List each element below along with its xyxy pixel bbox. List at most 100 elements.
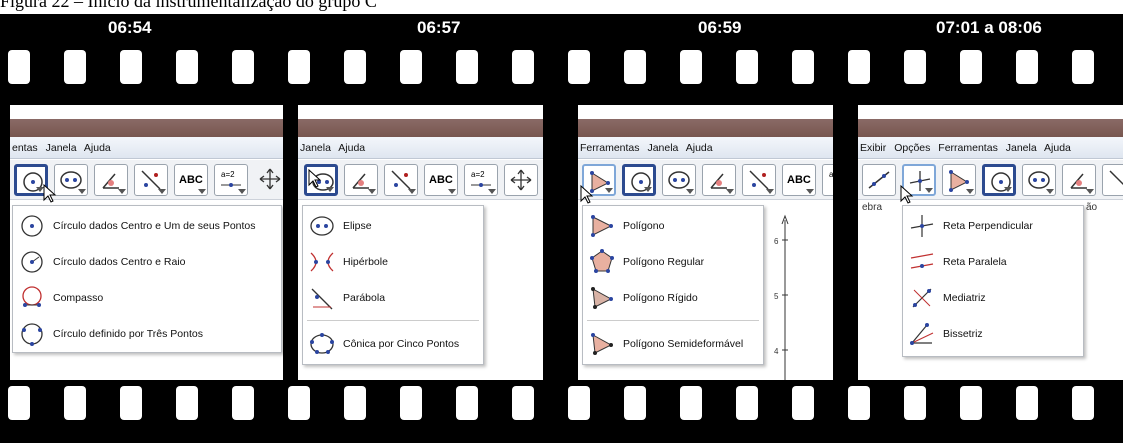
parallel-line-icon	[910, 253, 934, 269]
line-tool-button[interactable]	[862, 164, 896, 196]
circle-three-points-icon	[21, 323, 43, 346]
menu-item[interactable]: Cônica por Cinco Pontos	[303, 326, 483, 362]
menu-ajuda[interactable]: Ajuda	[1044, 142, 1071, 154]
menu-item[interactable]: Elipse	[303, 208, 483, 244]
slider-tool-button[interactable]: a=	[822, 164, 833, 196]
angle-tool-button[interactable]	[344, 164, 378, 196]
reflect-tool-button[interactable]	[134, 164, 168, 196]
frame-circles: entas Janela Ajuda ABC a=2 Círculo dados…	[10, 105, 283, 380]
menubar: Janela Ajuda	[298, 137, 543, 159]
menu-janela[interactable]: Janela	[1006, 142, 1037, 154]
parabola-icon	[311, 288, 333, 310]
menubar: Exibir Opções Ferramentas Janela Ajuda	[858, 137, 1123, 159]
text-tool-button[interactable]: ABC	[782, 164, 816, 196]
menu-item[interactable]: Bissetriz	[903, 316, 1083, 352]
menu-item[interactable]: Polígono Semideformável	[583, 326, 763, 362]
sprocket-hole	[904, 386, 926, 420]
menu-item[interactable]: Polígono Rígido	[583, 280, 763, 316]
menu-item[interactable]: Círculo definido por Três Pontos	[13, 316, 281, 352]
angle-tool-button[interactable]	[702, 164, 736, 196]
menu-janela[interactable]: Janela	[647, 142, 678, 154]
conic-five-points-icon	[310, 333, 334, 354]
timestamp-4: 07:01 a 08:06	[936, 18, 1042, 37]
frame-polygons: Ferramentas Janela Ajuda ABC a= 6 5 4 Po…	[578, 105, 833, 380]
menu-ajuda[interactable]: Ajuda	[338, 142, 365, 154]
toolbar: ABC a=2	[298, 160, 543, 200]
slider-tool-button[interactable]: a=2	[214, 164, 248, 196]
sprocket-hole	[8, 50, 30, 84]
window-titlebar	[298, 119, 543, 137]
sprocket-hole	[1016, 50, 1038, 84]
menu-item[interactable]: Compasso	[13, 280, 281, 316]
menubar: entas Janela Ajuda	[10, 137, 283, 159]
text-tool-button[interactable]: ABC	[424, 164, 458, 196]
sprocket-hole	[680, 386, 702, 420]
conic-tool-button[interactable]	[662, 164, 696, 196]
tool-dropdown-menu: Polígono Polígono Regular Polígono Rígid…	[582, 205, 764, 365]
circle-tool-button[interactable]	[982, 164, 1016, 196]
sprocket-hole	[848, 386, 870, 420]
sprocket-hole	[120, 50, 142, 84]
text-tool-label: ABC	[429, 174, 453, 186]
move-view-tool-button[interactable]	[504, 164, 538, 196]
menu-item[interactable]: Mediatriz	[903, 280, 1083, 316]
polygon-tool-button[interactable]	[942, 164, 976, 196]
toolbar	[858, 160, 1123, 200]
frame-lines: Exibir Opções Ferramentas Janela Ajuda e…	[858, 105, 1123, 380]
circle-tool-button[interactable]	[622, 164, 656, 196]
sprocket-hole	[232, 386, 254, 420]
compass-icon	[22, 286, 42, 307]
menu-item[interactable]: Reta Perpendicular	[903, 208, 1083, 244]
menu-exibir[interactable]: Exibir	[860, 142, 886, 154]
sprocket-hole	[456, 50, 478, 84]
sprocket-hole	[64, 50, 86, 84]
angle-bisector-icon	[910, 323, 934, 345]
sprocket-hole	[400, 386, 422, 420]
sprocket-hole	[512, 50, 534, 84]
sprocket-hole	[960, 50, 982, 84]
menu-ajuda[interactable]: Ajuda	[686, 142, 713, 154]
menu-item[interactable]: Reta Paralela	[903, 244, 1083, 280]
menu-item[interactable]: Círculo dados Centro e Raio	[13, 244, 281, 280]
circle-center-radius-icon	[21, 251, 43, 273]
reflect-tool-button[interactable]	[1102, 164, 1123, 196]
sprocket-hole	[288, 386, 310, 420]
vector-polygon-icon	[591, 333, 613, 355]
menu-item[interactable]: Parábola	[303, 280, 483, 316]
slider-tool-button[interactable]: a=2	[464, 164, 498, 196]
menu-ferramentas[interactable]: Ferramentas	[580, 142, 640, 154]
regular-polygon-icon	[590, 249, 614, 273]
sprocket-hole	[120, 386, 142, 420]
menu-ajuda[interactable]: Ajuda	[84, 142, 111, 154]
menu-item[interactable]: Polígono	[583, 208, 763, 244]
menu-opcoes[interactable]: Opções	[894, 142, 930, 154]
menu-janela[interactable]: Janela	[300, 142, 331, 154]
angle-tool-button[interactable]	[94, 164, 128, 196]
sprocket-hole	[344, 386, 366, 420]
sprocket-hole	[176, 50, 198, 84]
menu-item[interactable]: Hipérbole	[303, 244, 483, 280]
film-strip: 06:54 06:57 06:59 07:01 a 08:06 entas Ja…	[0, 14, 1123, 443]
reflect-tool-button[interactable]	[742, 164, 776, 196]
tool-dropdown-menu: Elipse Hipérbole Parábola Cônica por Cin…	[302, 205, 484, 365]
menu-ferramentas[interactable]: entas	[12, 142, 38, 154]
angle-tool-button[interactable]	[1062, 164, 1096, 196]
y-tick-label: 6	[774, 237, 779, 246]
y-tick-label: 4	[774, 347, 779, 356]
menubar: Ferramentas Janela Ajuda	[578, 137, 833, 159]
cursor-icon	[308, 169, 322, 188]
reflect-tool-button[interactable]	[384, 164, 418, 196]
sprocket-hole	[792, 50, 814, 84]
menu-item[interactable]: Polígono Regular	[583, 244, 763, 280]
menu-janela[interactable]: Janela	[46, 142, 77, 154]
conic-tool-button[interactable]	[54, 164, 88, 196]
menu-item[interactable]: Círculo dados Centro e Um de seus Pontos	[13, 208, 281, 244]
tool-dropdown-menu: Círculo dados Centro e Um de seus Pontos…	[12, 205, 282, 353]
ellipse-icon	[310, 216, 334, 236]
conic-tool-button[interactable]	[1022, 164, 1056, 196]
figure-caption: Figura 22 – Início da instrumentalização…	[0, 0, 377, 11]
menu-ferramentas[interactable]: Ferramentas	[938, 142, 998, 154]
move-view-tool-button[interactable]	[254, 164, 283, 196]
text-tool-label: ABC	[787, 174, 811, 186]
text-tool-button[interactable]: ABC	[174, 164, 208, 196]
